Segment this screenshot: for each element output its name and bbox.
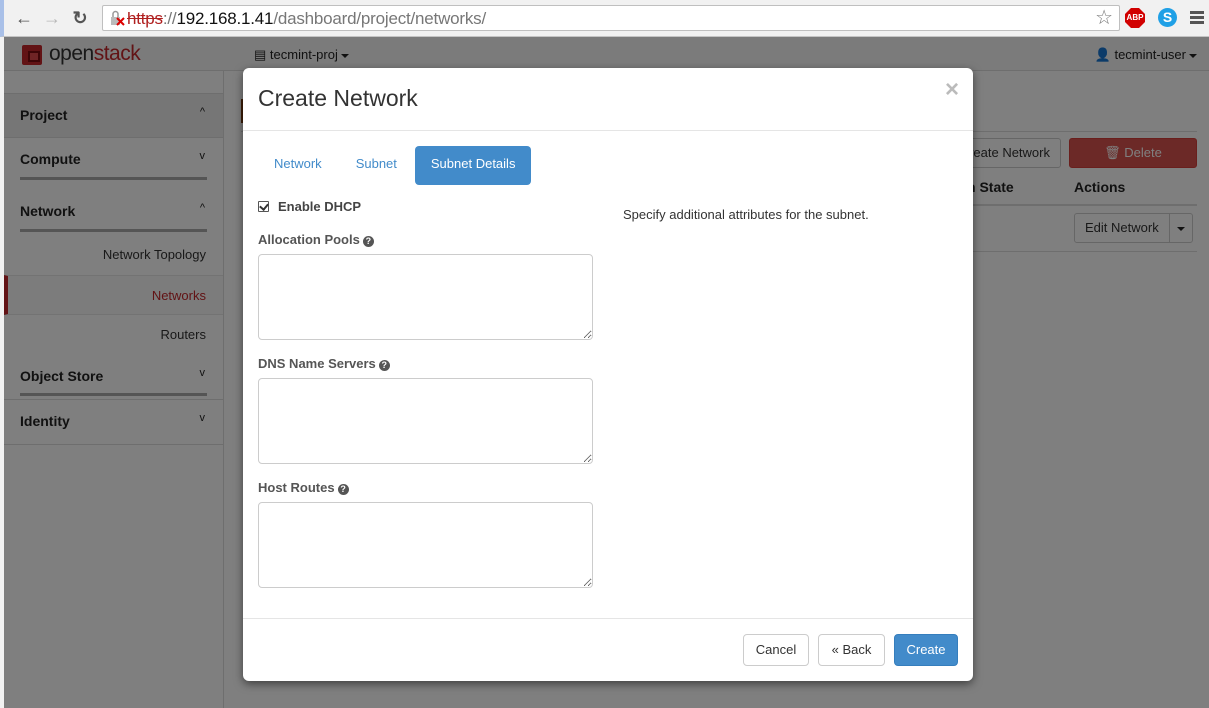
forward-arrow-icon[interactable]: → — [42, 8, 62, 28]
adblock-plus-icon[interactable]: ABP — [1125, 8, 1145, 28]
reload-icon[interactable]: ↻ — [70, 8, 90, 28]
cancel-button[interactable]: Cancel — [743, 634, 809, 666]
url-path: /dashboard/project/networks/ — [273, 9, 486, 28]
close-icon[interactable]: × — [945, 78, 959, 102]
address-bar[interactable]: https://192.168.1.41/dashboard/project/n… — [102, 5, 1120, 31]
enable-dhcp-label: Enable DHCP — [278, 199, 362, 214]
question-circle-icon[interactable]: ? — [337, 484, 349, 495]
skype-icon[interactable]: S — [1158, 8, 1177, 27]
url-text: https://192.168.1.41/dashboard/project/n… — [127, 9, 486, 29]
url-separator: :// — [162, 9, 177, 28]
browser-toolbar: ← → ↻ https://192.168.1.41/dashboard/pro… — [0, 0, 1209, 37]
allocation-pools-label: Allocation Pools? — [258, 232, 374, 247]
modal-title: Create Network — [258, 85, 418, 111]
tab-subnet-details[interactable]: Subnet Details — [414, 146, 532, 185]
field-label-text: DNS Name Servers — [258, 356, 376, 371]
question-circle-icon[interactable]: ? — [362, 236, 374, 247]
create-network-modal: Create Network × Network Subnet Subnet D… — [243, 68, 973, 681]
create-button[interactable]: Create — [894, 634, 958, 666]
wizard-tabs: Network Subnet Subnet Details — [258, 146, 533, 185]
field-label-text: Allocation Pools — [258, 232, 360, 247]
modal-header: Create Network × — [243, 68, 973, 131]
question-circle-icon[interactable]: ? — [378, 360, 390, 371]
browser-menu-icon[interactable] — [1190, 11, 1204, 25]
dns-name-servers-label: DNS Name Servers? — [258, 356, 390, 371]
dns-name-servers-input[interactable] — [258, 378, 593, 464]
bookmark-star-icon[interactable]: ☆ — [1095, 7, 1113, 29]
field-label-text: Host Routes — [258, 480, 335, 495]
enable-dhcp-checkbox[interactable]: Enable DHCP — [258, 199, 361, 217]
insecure-lock-icon — [111, 10, 125, 26]
help-text: Specify additional attributes for the su… — [623, 207, 869, 222]
url-host: 192.168.1.41 — [176, 9, 274, 28]
host-routes-label: Host Routes? — [258, 480, 349, 495]
tab-subnet[interactable]: Subnet — [340, 146, 413, 185]
back-button[interactable]: « Back — [818, 634, 885, 666]
allocation-pools-input[interactable] — [258, 254, 593, 340]
host-routes-input[interactable] — [258, 502, 593, 588]
checkbox-checked-icon[interactable] — [258, 201, 269, 212]
tab-network[interactable]: Network — [258, 146, 338, 185]
url-scheme: https — [127, 9, 163, 28]
modal-footer: Cancel « Back Create — [243, 618, 973, 681]
back-arrow-icon[interactable]: ← — [14, 8, 34, 28]
